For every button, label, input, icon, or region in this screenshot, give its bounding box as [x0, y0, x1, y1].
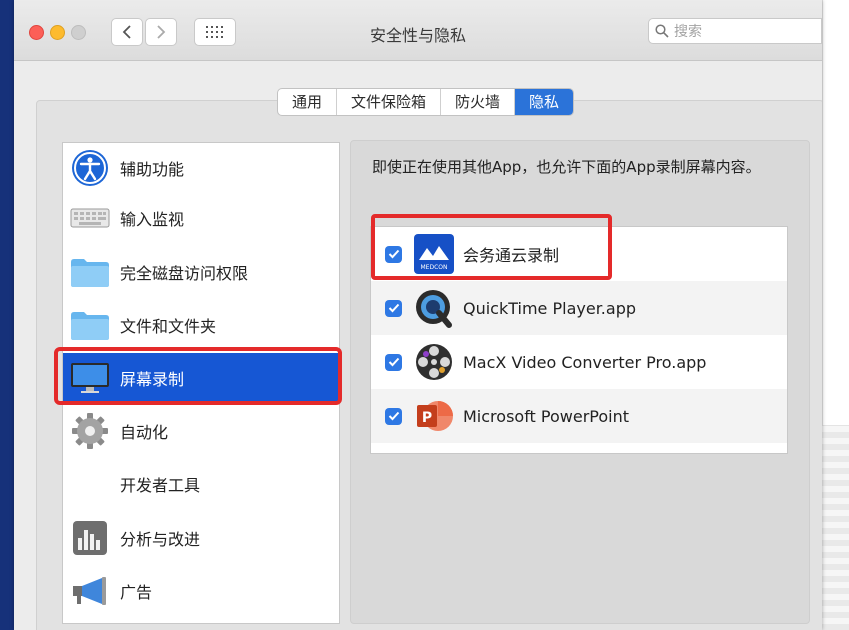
tab-bar: 通用 文件保险箱 防火墙 隐私 [277, 88, 575, 116]
app-checkbox[interactable] [385, 353, 402, 371]
sidebar-item-label: 自动化 [120, 423, 169, 442]
sidebar-item-analytics[interactable]: 分析与改进 [63, 513, 339, 563]
app-checkbox[interactable] [385, 299, 402, 317]
sidebar-item-label: 广告 [120, 583, 153, 602]
sidebar-item-full-disk-access[interactable]: 完全磁盘访问权限 [63, 247, 339, 297]
sidebar-item-label: 分析与改进 [120, 530, 201, 549]
annotation-highlight-box [54, 347, 342, 405]
background-window-panel [822, 0, 849, 426]
app-name: Microsoft PowerPoint [463, 406, 629, 426]
keyboard-icon [70, 198, 110, 238]
sidebar-item-files-and-folders[interactable]: 文件和文件夹 [63, 300, 339, 350]
gear-icon [70, 411, 110, 451]
analytics-chart-icon [70, 518, 110, 558]
folder-icon [70, 305, 110, 345]
tab-general[interactable]: 通用 [278, 89, 338, 115]
checkmark-icon [388, 303, 399, 313]
title-bar: 安全性与隐私 搜索 [14, 0, 822, 61]
checkmark-icon [388, 411, 399, 421]
app-checkbox[interactable] [385, 407, 402, 425]
megaphone-icon [70, 571, 110, 611]
sidebar-item-automation[interactable]: 自动化 [63, 406, 339, 456]
tab-privacy[interactable]: 隐私 [515, 89, 574, 115]
app-row: P Microsoft PowerPoint [371, 389, 787, 443]
accessibility-icon [70, 148, 110, 188]
background-window-blur [822, 426, 849, 630]
tab-firewall[interactable]: 防火墙 [441, 89, 516, 115]
search-placeholder: 搜索 [674, 24, 702, 40]
search-icon [655, 24, 669, 38]
app-row: QuickTime Player.app [371, 281, 787, 335]
permission-description: 即使正在使用其他App，也允许下面的App录制屏幕内容。 [372, 158, 761, 176]
powerpoint-icon: P [414, 396, 454, 436]
app-name: MacX Video Converter Pro.app [463, 352, 707, 372]
checkmark-icon [388, 357, 399, 367]
preferences-window: 安全性与隐私 搜索 通用 文件保险箱 防火墙 隐私 辅助功能 输入监视 完全磁盘… [14, 0, 822, 630]
sidebar-item-label: 文件和文件夹 [120, 317, 217, 336]
app-icon-partial [414, 450, 454, 453]
sidebar-item-label: 开发者工具 [120, 476, 201, 495]
film-reel-icon [414, 342, 454, 382]
sidebar-item-advertising[interactable]: 广告 [63, 566, 339, 616]
app-name: QuickTime Player.app [463, 298, 637, 318]
search-field[interactable]: 搜索 [648, 18, 822, 44]
sidebar-item-label: 完全磁盘访问权限 [120, 264, 249, 283]
app-row: MacX Video Converter Pro.app [371, 335, 787, 389]
sidebar-item-label: 辅助功能 [120, 160, 185, 179]
app-icon-text: P [422, 410, 432, 426]
app-row-partial [371, 443, 787, 453]
sidebar-item-input-monitoring[interactable]: 输入监视 [63, 193, 339, 243]
folder-icon [70, 252, 110, 292]
sidebar-item-developer-tools[interactable]: 开发者工具 [63, 459, 339, 509]
sidebar-item-label: 输入监视 [120, 210, 185, 229]
annotation-highlight-box [371, 214, 612, 280]
quicktime-icon [414, 288, 454, 328]
sidebar-item-accessibility[interactable]: 辅助功能 [63, 143, 339, 193]
tab-filevault[interactable]: 文件保险箱 [337, 89, 442, 115]
